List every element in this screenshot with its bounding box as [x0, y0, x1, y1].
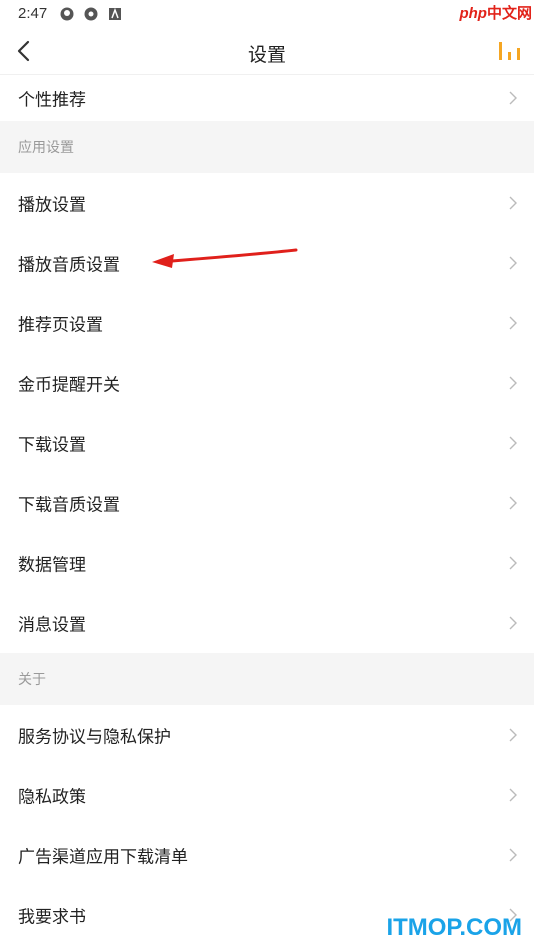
list-item-message-settings[interactable]: 消息设置: [0, 593, 534, 653]
chevron-right-icon: [509, 436, 517, 450]
list-item-label: 服务协议与隐私保护: [18, 727, 171, 748]
list-item-service-agreement[interactable]: 服务协议与隐私保护: [0, 705, 534, 765]
list-item-label: 隐私政策: [18, 787, 86, 808]
list-item-download-quality[interactable]: 下载音质设置: [0, 473, 534, 533]
list-item-personal-recommend[interactable]: 个性推荐: [0, 75, 534, 121]
list-item-label: 下载音质设置: [18, 495, 120, 516]
list-item-label: 播放音质设置: [18, 255, 120, 276]
chevron-right-icon: [509, 728, 517, 742]
list-item-download-settings[interactable]: 下载设置: [0, 413, 534, 473]
list-item-label: 推荐页设置: [18, 315, 103, 336]
list-item-label: 播放设置: [18, 195, 86, 216]
list-item-recommend-page[interactable]: 推荐页设置: [0, 293, 534, 353]
itmop-watermark: ITMOP.COM: [386, 914, 522, 941]
chevron-right-icon: [509, 616, 517, 630]
list-item-coin-reminder[interactable]: 金币提醒开关: [0, 353, 534, 413]
equalizer-icon[interactable]: [496, 40, 522, 62]
section-label: 关于: [18, 672, 46, 688]
list-item-label: 数据管理: [18, 555, 86, 576]
status-time: 2:47: [18, 5, 48, 22]
php-watermark-cn: 中文网: [486, 5, 532, 22]
settings-list: 个性推荐 应用设置 播放设置 播放音质设置 推荐页设置 金币提醒开关 下载设置 …: [0, 75, 534, 945]
php-watermark: php中文网: [459, 2, 532, 23]
list-item-data-management[interactable]: 数据管理: [0, 533, 534, 593]
section-label: 应用设置: [18, 140, 74, 156]
status-bar: 2:47 php中文网: [0, 0, 534, 28]
php-watermark-php: php: [459, 5, 487, 22]
chevron-right-icon: [509, 556, 517, 570]
chevron-right-icon: [509, 256, 517, 270]
list-item-playback-quality[interactable]: 播放音质设置: [0, 233, 534, 293]
list-item-label: 金币提醒开关: [18, 375, 120, 396]
list-item-label: 我要求书: [18, 907, 86, 928]
list-item-privacy-policy[interactable]: 隐私政策: [0, 765, 534, 825]
section-header-about: 关于: [0, 653, 534, 705]
chevron-right-icon: [509, 496, 517, 510]
list-item-label: 消息设置: [18, 615, 86, 636]
chevron-right-icon: [509, 196, 517, 210]
list-item-label: 个性推荐: [18, 90, 86, 111]
chevron-right-icon: [509, 91, 517, 105]
list-item-playback-settings[interactable]: 播放设置: [0, 173, 534, 233]
list-item-label: 下载设置: [18, 435, 86, 456]
chevron-right-icon: [509, 788, 517, 802]
list-item-ad-channel-list[interactable]: 广告渠道应用下载清单: [0, 825, 534, 885]
header: 设置: [0, 28, 534, 75]
chevron-right-icon: [509, 376, 517, 390]
camera-aperture-icon: [84, 7, 98, 21]
a-box-icon: [109, 7, 121, 20]
chevron-right-icon: [509, 316, 517, 330]
chevron-right-icon: [509, 848, 517, 862]
list-item-label: 广告渠道应用下载清单: [18, 847, 188, 868]
section-header-app: 应用设置: [0, 121, 534, 173]
tencent-icon: [60, 7, 74, 21]
page-title: 设置: [247, 44, 286, 66]
